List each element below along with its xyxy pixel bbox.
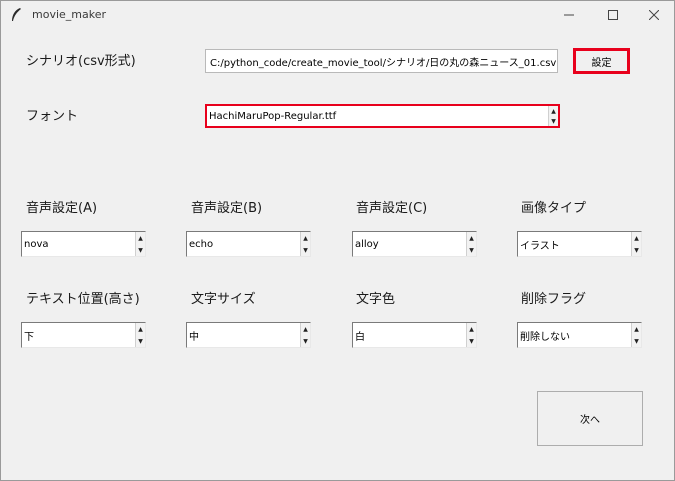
text-color-spinbox[interactable]: 白 ▲ ▼ [352,322,477,348]
set-button-label: 設定 [591,57,612,69]
feather-icon [12,8,21,21]
spin-down-icon[interactable]: ▼ [300,244,310,256]
close-button[interactable] [631,1,675,29]
voice-a-spin-arrows[interactable]: ▲ ▼ [135,232,145,256]
voice-c-spinbox[interactable]: alloy ▲ ▼ [352,231,477,257]
font-spin-arrows[interactable]: ▲ ▼ [548,106,558,126]
font-label: フォント [26,109,79,124]
voice-a-value: nova [24,238,49,250]
text-color-value: 白 [355,331,365,343]
set-button[interactable]: 設定 [573,48,630,74]
text-position-value: 下 [24,331,34,343]
spin-down-icon[interactable]: ▼ [300,335,310,347]
spin-down-icon[interactable]: ▼ [548,116,558,126]
font-size-label: 文字サイズ [191,292,256,307]
spin-up-icon[interactable]: ▲ [135,323,145,335]
font-value: HachiMaruPop-Regular.ttf [209,110,337,122]
voice-a-spinbox[interactable]: nova ▲ ▼ [21,231,146,257]
minimize-icon [564,14,574,16]
spin-up-icon[interactable]: ▲ [135,232,145,244]
voice-b-spinbox[interactable]: echo ▲ ▼ [186,231,311,257]
spin-down-icon[interactable]: ▼ [135,244,145,256]
spin-up-icon[interactable]: ▲ [548,106,558,116]
delete-flag-spin-arrows[interactable]: ▲ ▼ [631,323,641,347]
spin-up-icon[interactable]: ▲ [300,323,310,335]
voice-c-value: alloy [355,238,379,250]
title-bar: movie_maker [1,1,674,29]
next-button-label: 次へ [580,415,600,426]
voice-a-label: 音声設定(A) [26,201,98,216]
maximize-icon [608,10,618,20]
voice-b-spin-arrows[interactable]: ▲ ▼ [300,232,310,256]
next-button[interactable]: 次へ [537,391,643,446]
scenario-label: シナリオ(csv形式) [26,54,136,69]
voice-b-value: echo [189,238,214,250]
image-type-spin-arrows[interactable]: ▲ ▼ [631,232,641,256]
spin-up-icon[interactable]: ▲ [631,323,641,335]
text-position-spin-arrows[interactable]: ▲ ▼ [135,323,145,347]
spin-up-icon[interactable]: ▲ [466,323,476,335]
voice-b-label: 音声設定(B) [191,201,263,216]
spin-down-icon[interactable]: ▼ [466,244,476,256]
image-type-spinbox[interactable]: イラスト ▲ ▼ [517,231,642,257]
delete-flag-label: 削除フラグ [521,292,587,307]
spin-up-icon[interactable]: ▲ [631,232,641,244]
font-size-value: 中 [189,331,199,343]
close-icon [649,10,659,20]
delete-flag-spinbox[interactable]: 削除しない ▲ ▼ [517,322,642,348]
scenario-path-field[interactable]: C:/python_code/create_movie_tool/シナリオ/日の… [205,49,558,73]
font-size-spin-arrows[interactable]: ▲ ▼ [300,323,310,347]
text-position-label: テキスト位置(高さ) [26,292,140,307]
spin-up-icon[interactable]: ▲ [300,232,310,244]
spin-down-icon[interactable]: ▼ [631,244,641,256]
spin-down-icon[interactable]: ▼ [631,335,641,347]
text-position-spinbox[interactable]: 下 ▲ ▼ [21,322,146,348]
window-title: movie_maker [32,8,107,21]
spin-down-icon[interactable]: ▼ [466,335,476,347]
image-type-value: イラスト [520,240,560,252]
scenario-path-value: C:/python_code/create_movie_tool/シナリオ/日の… [210,57,557,69]
spin-down-icon[interactable]: ▼ [135,335,145,347]
minimize-button[interactable] [546,1,592,29]
voice-c-spin-arrows[interactable]: ▲ ▼ [466,232,476,256]
image-type-label: 画像タイプ [521,201,587,216]
app-window: movie_maker シナリオ(csv形式) C:/python_code/c… [0,0,675,481]
text-color-label: 文字色 [356,292,396,307]
font-size-spinbox[interactable]: 中 ▲ ▼ [186,322,311,348]
spin-up-icon[interactable]: ▲ [466,232,476,244]
voice-c-label: 音声設定(C) [356,201,428,216]
maximize-button[interactable] [590,1,636,29]
delete-flag-value: 削除しない [520,331,570,343]
text-color-spin-arrows[interactable]: ▲ ▼ [466,323,476,347]
font-spinbox[interactable]: HachiMaruPop-Regular.ttf ▲ ▼ [205,104,560,128]
